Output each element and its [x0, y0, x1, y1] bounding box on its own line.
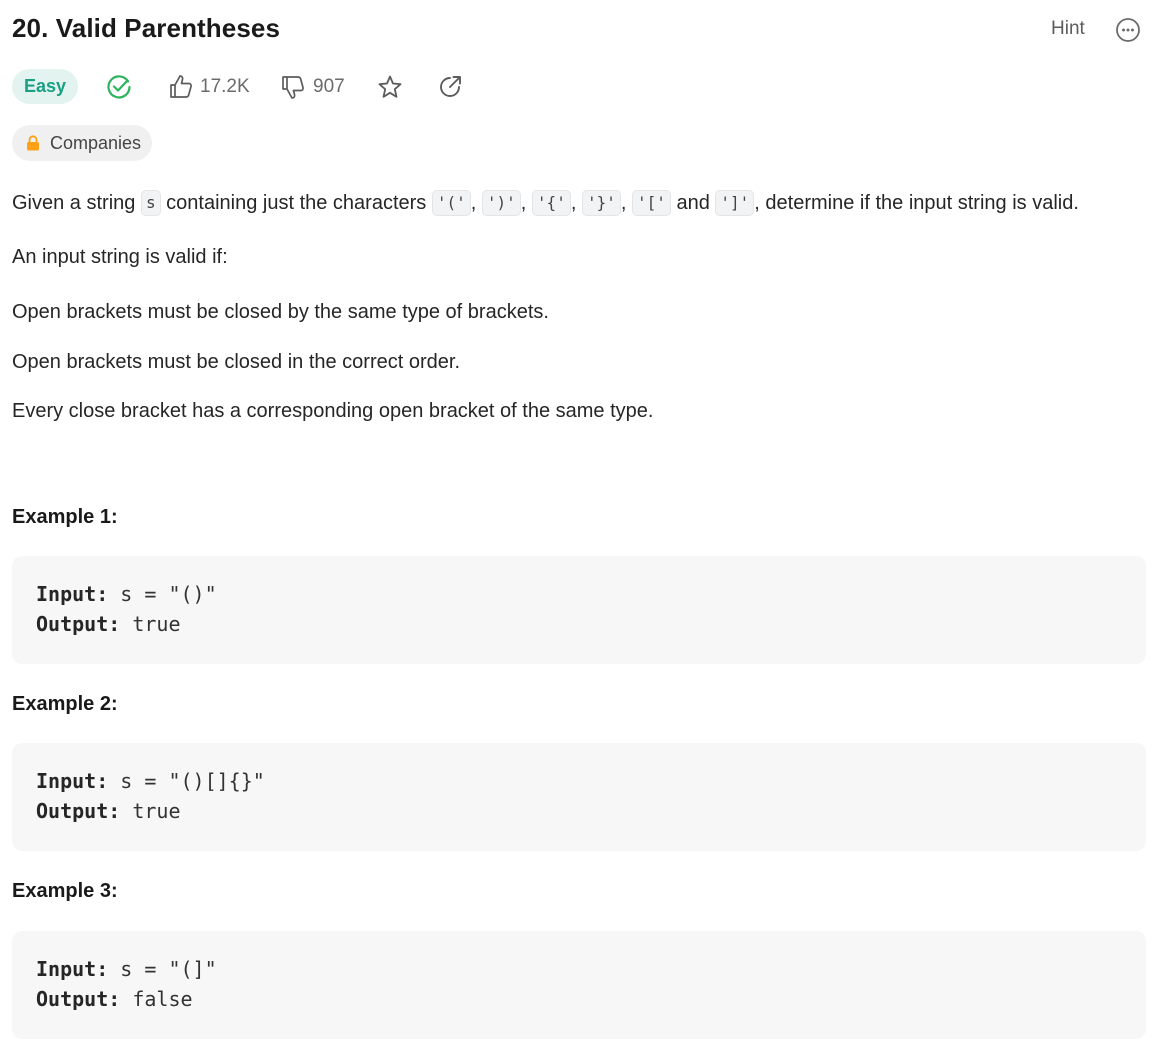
example-title: Example 3:	[12, 880, 118, 902]
code-var-s: s	[140, 190, 161, 216]
example-title: Example 2:	[12, 693, 118, 715]
thumbs-down-icon[interactable]	[281, 75, 305, 101]
difficulty-badge: Easy	[12, 69, 78, 104]
problem-title: 20. Valid Parentheses	[12, 13, 281, 43]
rule-item: Open brackets must be closed in the corr…	[12, 351, 460, 373]
example-output: Output: true	[36, 612, 181, 636]
code-char: ')'	[481, 190, 521, 216]
dislikes-count: 907	[313, 76, 345, 97]
example-input: Input: s = "()"	[36, 582, 217, 606]
solved-check-icon	[107, 75, 131, 99]
example-input: Input: s = "()[]{}"	[36, 769, 265, 793]
example-code-block: Input: s = "()[]{}" Output: true	[12, 743, 1146, 851]
share-icon[interactable]	[438, 74, 463, 99]
code-char: ']'	[715, 190, 755, 216]
companies-button[interactable]: Companies	[12, 125, 152, 161]
problem-intro: Given a string s containing just the cha…	[12, 190, 1079, 216]
example-output: Output: true	[36, 799, 181, 823]
example-output: Output: false	[36, 987, 193, 1011]
thumbs-up-icon[interactable]	[169, 73, 193, 99]
rule-item: Every close bracket has a corresponding …	[12, 400, 654, 422]
companies-label: Companies	[50, 132, 142, 153]
code-char: '('	[431, 190, 471, 216]
code-char: '{'	[531, 190, 571, 216]
example-title: Example 1:	[12, 506, 118, 528]
hint-button[interactable]: Hint	[1051, 18, 1085, 40]
example-code-block: Input: s = "(]" Output: false	[12, 931, 1146, 1039]
star-icon[interactable]	[377, 74, 403, 100]
example-code-block: Input: s = "()" Output: true	[12, 556, 1146, 664]
lock-icon	[27, 135, 39, 151]
code-char: '['	[631, 190, 671, 216]
rule-item: Open brackets must be closed by the same…	[12, 301, 549, 323]
valid-if-text: An input string is valid if:	[12, 246, 228, 268]
likes-count: 17.2K	[200, 76, 250, 97]
more-icon[interactable]	[1115, 17, 1141, 43]
code-char: '}'	[581, 190, 621, 216]
example-input: Input: s = "(]"	[36, 957, 217, 981]
